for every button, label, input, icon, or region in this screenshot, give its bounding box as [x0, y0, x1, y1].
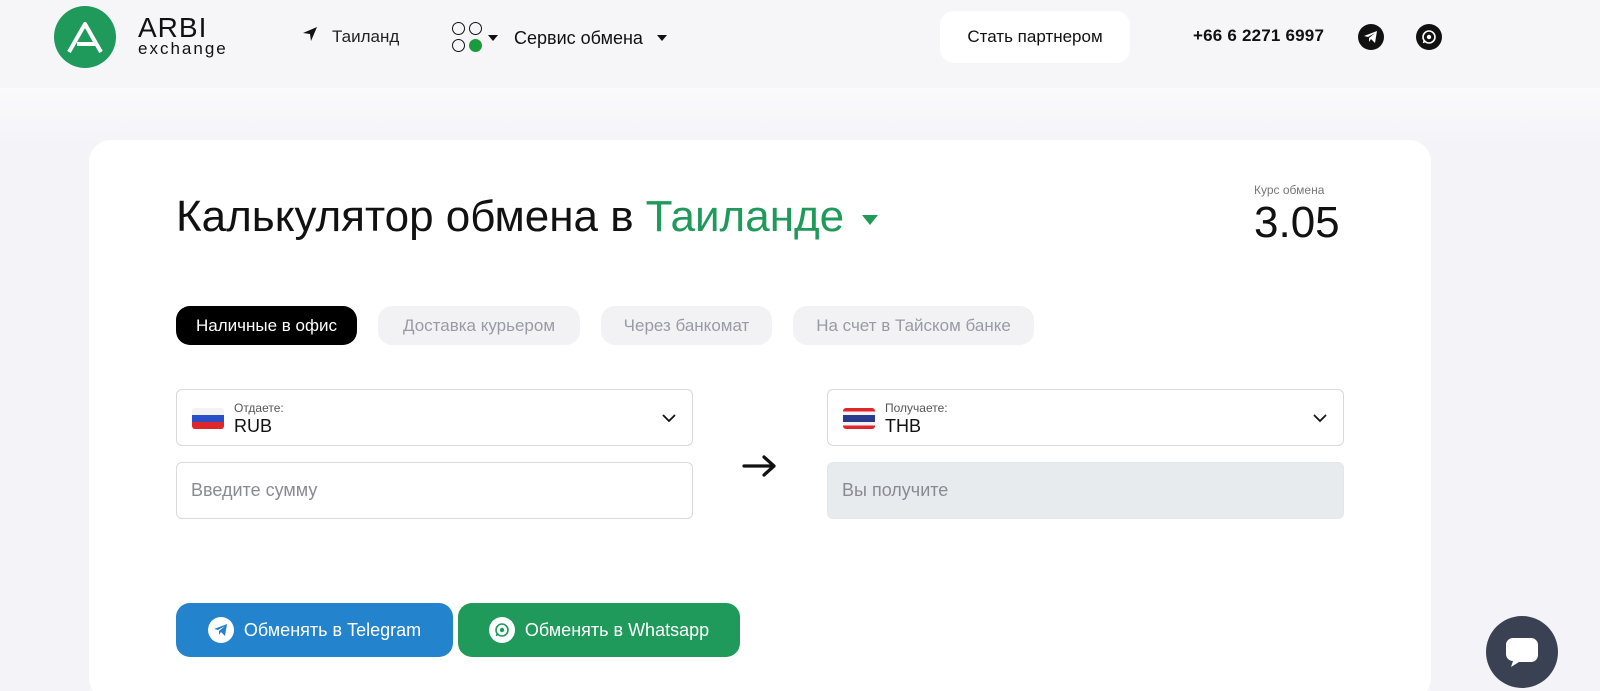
- location-selector[interactable]: Таиланд: [302, 26, 399, 47]
- tab-cash-office[interactable]: Наличные в офис: [176, 306, 357, 345]
- chevron-down-icon: [662, 410, 676, 428]
- give-currency: RUB: [234, 416, 273, 436]
- russia-flag-icon: [192, 408, 224, 429]
- exchange-telegram-label: Обменять в Telegram: [243, 619, 422, 640]
- exchange-rate-value: 3.05: [1254, 198, 1340, 247]
- receive-currency: THB: [885, 416, 921, 436]
- logo-icon[interactable]: [54, 6, 116, 68]
- calculator-title: Калькулятор обмена в Таиланде: [176, 192, 879, 242]
- give-label: Отдаете:: [234, 401, 284, 415]
- service-dropdown-caret-icon: [656, 35, 667, 41]
- tab-courier-delivery[interactable]: Доставка курьером: [378, 306, 580, 345]
- give-amount-input[interactable]: [176, 462, 693, 519]
- location-label: Таиланд: [332, 26, 400, 46]
- logo-text[interactable]: ARBI exchange: [138, 12, 228, 58]
- arrow-right-icon: [742, 452, 778, 485]
- chevron-down-icon: [1313, 410, 1327, 428]
- exchange-whatsapp-label: Обменять в Whatsapp: [524, 619, 710, 640]
- logo-line-1: ARBI: [138, 12, 208, 43]
- receive-currency-select[interactable]: Получаете: THB: [827, 389, 1344, 446]
- country-selector[interactable]: Таиланде: [646, 192, 845, 242]
- chat-bubble-icon[interactable]: [1486, 616, 1558, 688]
- become-partner-button[interactable]: Стать партнером: [940, 11, 1130, 63]
- thailand-flag-icon: [843, 408, 875, 429]
- logo-line-2: exchange: [138, 39, 228, 58]
- give-currency-select[interactable]: Отдаете: RUB: [176, 389, 693, 446]
- tab-atm[interactable]: Через банкомат: [601, 306, 772, 345]
- receive-amount-field: [827, 462, 1344, 519]
- title-main: Калькулятор обмена в: [176, 192, 634, 241]
- service-label: Сервис обмена: [514, 27, 643, 48]
- tab-thai-bank-account[interactable]: На счет в Тайском банке: [793, 306, 1034, 345]
- whatsapp-icon: [488, 617, 515, 643]
- exchange-telegram-button[interactable]: Обменять в Telegram: [176, 603, 453, 657]
- telegram-icon: [207, 617, 234, 643]
- apps-icon: [452, 22, 484, 54]
- exchange-whatsapp-button[interactable]: Обменять в Whatsapp: [458, 603, 740, 657]
- apps-dropdown-caret-icon: [488, 35, 498, 41]
- telegram-icon[interactable]: [1358, 24, 1384, 50]
- header-fade: [0, 88, 1600, 148]
- exchange-rate-label: Курс обмена: [1254, 183, 1325, 197]
- location-arrow-icon: [302, 26, 318, 47]
- country-dropdown-caret-icon[interactable]: [862, 215, 879, 225]
- service-menu[interactable]: Сервис обмена: [452, 22, 667, 54]
- phone-link[interactable]: +66 6 2271 6997: [1193, 26, 1324, 46]
- whatsapp-icon[interactable]: [1416, 24, 1442, 50]
- receive-label: Получаете:: [885, 401, 948, 415]
